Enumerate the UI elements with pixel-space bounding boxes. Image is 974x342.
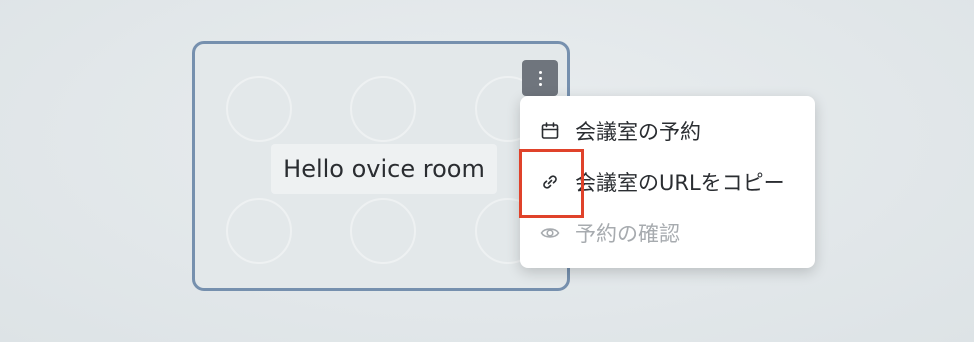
seat-placeholder [350, 76, 416, 142]
calendar-icon [540, 121, 560, 141]
seat-placeholder [226, 198, 292, 264]
menu-item-label: 会議室のURLをコピー [575, 171, 785, 195]
eye-icon [540, 223, 560, 243]
menu-item-label: 会議室の予約 [575, 120, 701, 144]
kebab-icon [538, 70, 542, 86]
room-name-label: Hello ovice room [271, 144, 497, 194]
room-card[interactable]: Hello ovice room [192, 41, 570, 291]
seat-placeholder [350, 198, 416, 264]
menu-item-label: 予約の確認 [575, 222, 680, 246]
highlight-annotation [519, 149, 584, 218]
seat-placeholder [226, 76, 292, 142]
more-options-button[interactable] [522, 60, 558, 96]
